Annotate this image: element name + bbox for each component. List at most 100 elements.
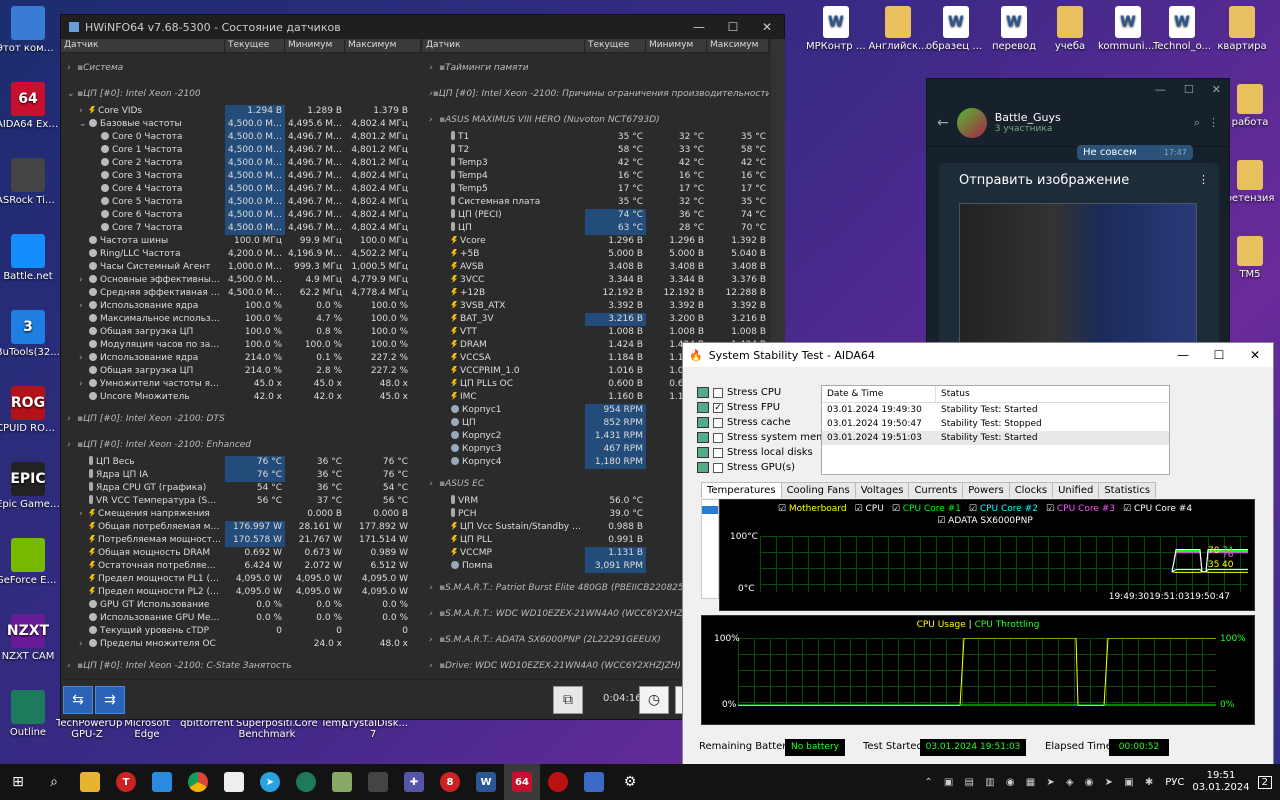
image-preview[interactable] <box>959 203 1197 343</box>
sensor-row[interactable]: Часы Системный Агент 1,000.0 МГц 999.3 МГц… <box>61 261 421 274</box>
sensor-group[interactable]: › ▪ Тайминги памяти <box>423 53 769 79</box>
status-log[interactable]: Date & Time Status 03.01.2024 19:49:30 St… <box>821 385 1170 475</box>
sensor-row[interactable]: Core 5 Частота 4,500.0 МГц 4,496.7 МГц 4,80… <box>61 196 421 209</box>
sensor-row[interactable]: 3VCC 3.344 В 3.344 В 3.376 В <box>423 274 769 287</box>
sensor-group[interactable]: › ▪ ЦП [#0]: Intel Xeon -2100: C-State За… <box>61 651 421 677</box>
expand-icon[interactable]: › <box>67 430 77 456</box>
telegram-window[interactable]: — ☐ ✕ ← Battle_Guys 3 участника ⌕ ⋮ Не сов… <box>926 78 1230 351</box>
legend-item[interactable]: ☑ CPU Core #3 <box>1046 504 1115 514</box>
sensor-row[interactable]: Модуляция часов по запросу 100.0 % 100.0 %… <box>61 339 421 352</box>
checkbox[interactable]: ☑ <box>1123 504 1134 514</box>
maximize-button[interactable]: ☐ <box>716 20 750 34</box>
col-status[interactable]: Status <box>936 386 970 402</box>
col-max[interactable]: Максимум <box>707 39 769 52</box>
col-current[interactable]: Текущее <box>585 39 646 52</box>
desktop-icon[interactable]: 64 AIDA64 Extreme <box>0 82 60 130</box>
col-min[interactable]: Минимум <box>646 39 707 52</box>
expand-icon[interactable]: › <box>79 352 89 365</box>
tab-clocks[interactable]: Clocks <box>1008 482 1054 498</box>
side-scroll[interactable] <box>701 499 719 599</box>
minimize-button[interactable]: — <box>1155 83 1166 96</box>
tab-temperatures[interactable]: Temperatures <box>701 482 782 498</box>
sensor-row[interactable]: T2 58 °C 33 °C 58 °C <box>423 144 769 157</box>
maximize-button[interactable]: ☐ <box>1201 348 1237 362</box>
desktop-icon[interactable]: Этот компьютер <box>0 6 60 54</box>
expand-icon[interactable]: › <box>429 53 439 79</box>
aida-titlebar[interactable]: 🔥 System Stability Test - AIDA64 — ☐ ✕ <box>683 343 1273 367</box>
sensor-row[interactable]: Предел мощности PL2 (Static) 4,095.0 W 4,0… <box>61 586 421 599</box>
clock[interactable]: 19:51 03.01.2024 <box>1192 770 1249 794</box>
expand-icon[interactable]: › <box>429 651 439 677</box>
checkbox[interactable]: ✓ <box>713 402 723 413</box>
word-icon[interactable]: W <box>468 764 504 800</box>
sensor-row[interactable]: Системная плата 35 °C 32 °C 35 °C <box>423 196 769 209</box>
desktop-icon[interactable]: W МРКонтр раб.ТМСГУ... <box>806 6 866 52</box>
checkbox[interactable]: ☑ <box>1046 504 1057 514</box>
sensor-row[interactable]: ЦП Весь 76 °C 36 °C 76 °C <box>61 456 421 469</box>
sensor-row[interactable]: Текущий уровень cTDP 0 0 0 <box>61 625 421 638</box>
more-icon[interactable]: ⋮ <box>1208 116 1219 129</box>
tab-statistics[interactable]: Statistics <box>1098 482 1157 498</box>
expand-icon[interactable]: › <box>429 625 439 651</box>
checkbox[interactable]: ☑ <box>778 504 789 514</box>
nav-arrows-button[interactable]: ⇆ <box>63 686 93 714</box>
sensor-row[interactable]: › Смещения напряжения 0.000 В 0.000 В <box>61 508 421 521</box>
checkbox[interactable] <box>713 432 723 443</box>
more-icon[interactable]: ⋮ <box>1198 173 1209 186</box>
app-icon[interactable] <box>324 764 360 800</box>
expand-icon[interactable]: › <box>79 300 89 313</box>
sensor-row[interactable]: +12В 12.192 В 12.192 В 12.288 В <box>423 287 769 300</box>
checkbox[interactable]: ☑ <box>937 516 948 526</box>
legend-item[interactable]: ☑ CPU Core #4 <box>1123 504 1192 514</box>
sensor-row[interactable]: › Основные эффективные ча... 4,500.0 МГц 4.… <box>61 274 421 287</box>
log-row[interactable]: 03.01.2024 19:50:47 Stability Test: Stopp… <box>822 417 1169 431</box>
checkbox[interactable] <box>713 447 723 458</box>
log-row[interactable]: 03.01.2024 19:51:03 Stability Test: Start… <box>822 431 1169 445</box>
app-icon[interactable]: 8 <box>432 764 468 800</box>
log-row[interactable]: 03.01.2024 19:49:30 Stability Test: Start… <box>822 403 1169 417</box>
message-bubble[interactable]: Не совсем 17:47 <box>1077 145 1193 160</box>
sensor-row[interactable]: Общая мощность DRAM 0.692 W 0.673 W 0.989 W <box>61 547 421 560</box>
checkbox[interactable] <box>713 462 723 473</box>
maximize-button[interactable]: ☐ <box>1184 83 1194 96</box>
hwinfo-icon[interactable] <box>576 764 612 800</box>
sensor-row[interactable]: BAT_3V 3.216 В 3.200 В 3.216 В <box>423 313 769 326</box>
app-icon[interactable] <box>216 764 252 800</box>
expand-icon[interactable]: › <box>429 469 439 495</box>
expand-icon[interactable]: › <box>429 105 439 131</box>
expand-icon[interactable]: › <box>79 638 89 651</box>
sensor-row[interactable]: Core 0 Частота 4,500.0 МГц 4,496.7 МГц 4,80… <box>61 131 421 144</box>
legend-item[interactable]: ☑ CPU <box>855 504 884 514</box>
desktop-icon-label[interactable]: CrystalDisk... 7 <box>342 718 408 740</box>
sensor-row[interactable]: Temp5 17 °C 17 °C 17 °C <box>423 183 769 196</box>
desktop-icon[interactable]: Outline <box>0 690 60 738</box>
hwinfo-window[interactable]: HWiNFO64 v7.68-5300 - Состояние датчиков… <box>60 14 785 720</box>
sensor-row[interactable]: VTT 1.008 В 1.008 В 1.008 В <box>423 326 769 339</box>
sensor-row[interactable]: AVSB 3.408 В 3.408 В 3.408 В <box>423 261 769 274</box>
desktop-icon[interactable]: учеба <box>1040 6 1100 52</box>
expand-icon[interactable]: › <box>79 274 89 287</box>
desktop-icon[interactable]: Wkommunik... <box>1098 6 1158 52</box>
send-image-dialog[interactable]: Отправить изображение ⋮ <box>939 163 1219 351</box>
sensor-row[interactable]: VR VCC Температура (SVID) 56 °C 37 °C 56 °C <box>61 495 421 508</box>
telegram-icon[interactable]: ➤ <box>252 764 288 800</box>
sensor-row[interactable]: Ядра CPU GT (графика) 54 °C 36 °C 54 °C <box>61 482 421 495</box>
sensor-row[interactable]: Core 6 Частота 4,500.0 МГц 4,496.7 МГц 4,80… <box>61 209 421 222</box>
desktop-icon[interactable]: Wобразец тит. <box>926 6 986 52</box>
checkbox[interactable] <box>713 387 723 398</box>
tab-currents[interactable]: Currents <box>908 482 964 498</box>
checkbox[interactable]: ☑ <box>892 504 903 514</box>
notification-badge[interactable]: 2 <box>1257 775 1272 789</box>
legend-item[interactable]: ☑ CPU Core #2 <box>969 504 1038 514</box>
legend-item[interactable]: ☑ ADATA SX6000PNP <box>937 516 1033 526</box>
sensor-group[interactable]: › ▪ ЦП [#0]: Intel Xeon -2100: Причины ог… <box>423 79 769 105</box>
sensor-row[interactable]: Ring/LLC Частота 4,200.0 МГц 4,196.9 МГц 4,… <box>61 248 421 261</box>
desktop-icon-label[interactable]: Superpositi... Benchmark <box>236 718 302 740</box>
sensor-row[interactable]: Частота шины 100.0 МГц 99.9 МГц 100.0 МГц <box>61 235 421 248</box>
sensor-row[interactable]: Core 3 Частота 4,500.0 МГц 4,496.7 МГц 4,80… <box>61 170 421 183</box>
checkbox[interactable]: ☑ <box>855 504 866 514</box>
sensor-row[interactable]: T1 35 °C 32 °C 35 °C <box>423 131 769 144</box>
tab-voltages[interactable]: Voltages <box>854 482 910 498</box>
desktop-icon[interactable]: Английск... <box>868 6 928 52</box>
close-button[interactable]: ✕ <box>1237 348 1273 362</box>
